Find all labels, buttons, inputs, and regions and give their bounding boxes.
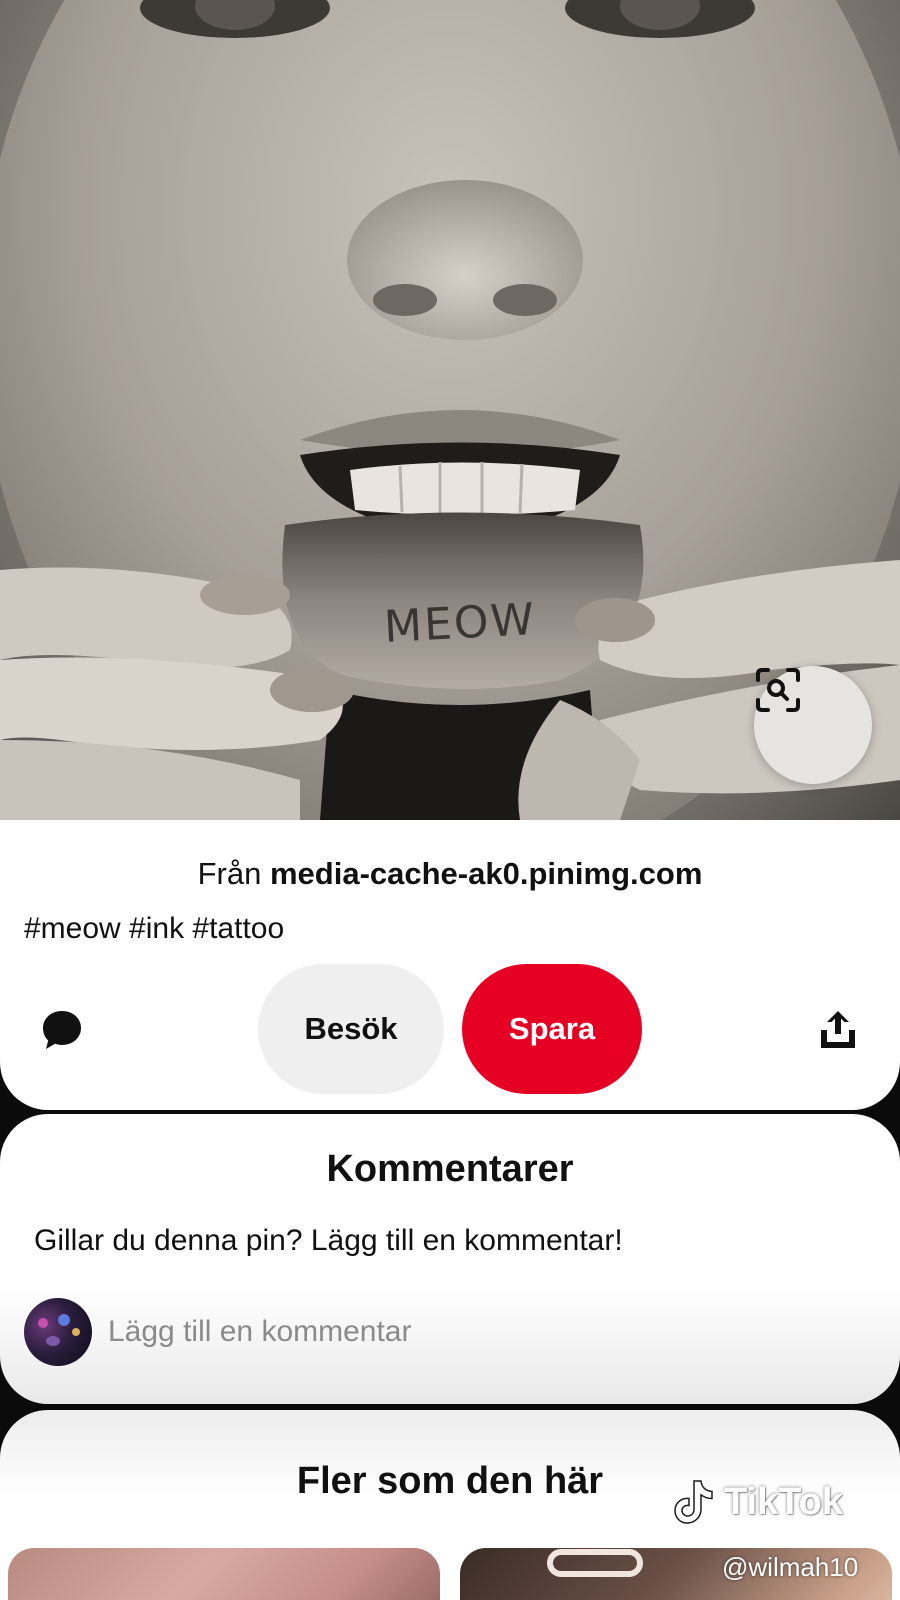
comment-input[interactable]: [108, 1302, 808, 1362]
comments-title: Kommentarer: [326, 1148, 574, 1190]
visit-button[interactable]: Besök: [258, 964, 444, 1094]
comments-section: Kommentarer Gillar du denna pin? Lägg ti…: [0, 1114, 900, 1404]
tiktok-handle: @wilmah10: [722, 1552, 859, 1582]
source-domain[interactable]: media-cache-ak0.pinimg.com: [270, 856, 702, 891]
comment-bubble-icon: [43, 1011, 81, 1049]
screen: MEOW Från media-cache-ak0.pinimg.com #me…: [0, 0, 900, 1600]
comment-button[interactable]: [40, 1008, 84, 1057]
pin-source[interactable]: Från media-cache-ak0.pinimg.com: [0, 856, 900, 892]
tiktok-brand: TikTok: [724, 1480, 843, 1523]
share-button[interactable]: [818, 1008, 858, 1055]
source-prefix: Från: [197, 856, 262, 891]
comments-prompt: Gillar du denna pin? Lägg till en kommen…: [34, 1224, 623, 1257]
visual-search-button[interactable]: [754, 666, 872, 784]
tiktok-watermark: TikTok: [672, 1478, 843, 1526]
related-pin-thumbnail[interactable]: [8, 1548, 440, 1600]
tiktok-logo-icon: [674, 1480, 713, 1524]
pin-info-card: Från media-cache-ak0.pinimg.com #meow #i…: [0, 820, 900, 1110]
visual-search-icon: [756, 668, 800, 712]
avatar: [24, 1298, 92, 1366]
pin-image[interactable]: MEOW: [0, 0, 900, 820]
pin-actions: Besök Spara: [0, 964, 900, 1094]
pin-tags: #meow #ink #tattoo: [24, 912, 285, 945]
share-upload-icon: [821, 1011, 855, 1048]
tattoo-text: MEOW: [382, 594, 538, 653]
save-button[interactable]: Spara: [462, 964, 642, 1094]
